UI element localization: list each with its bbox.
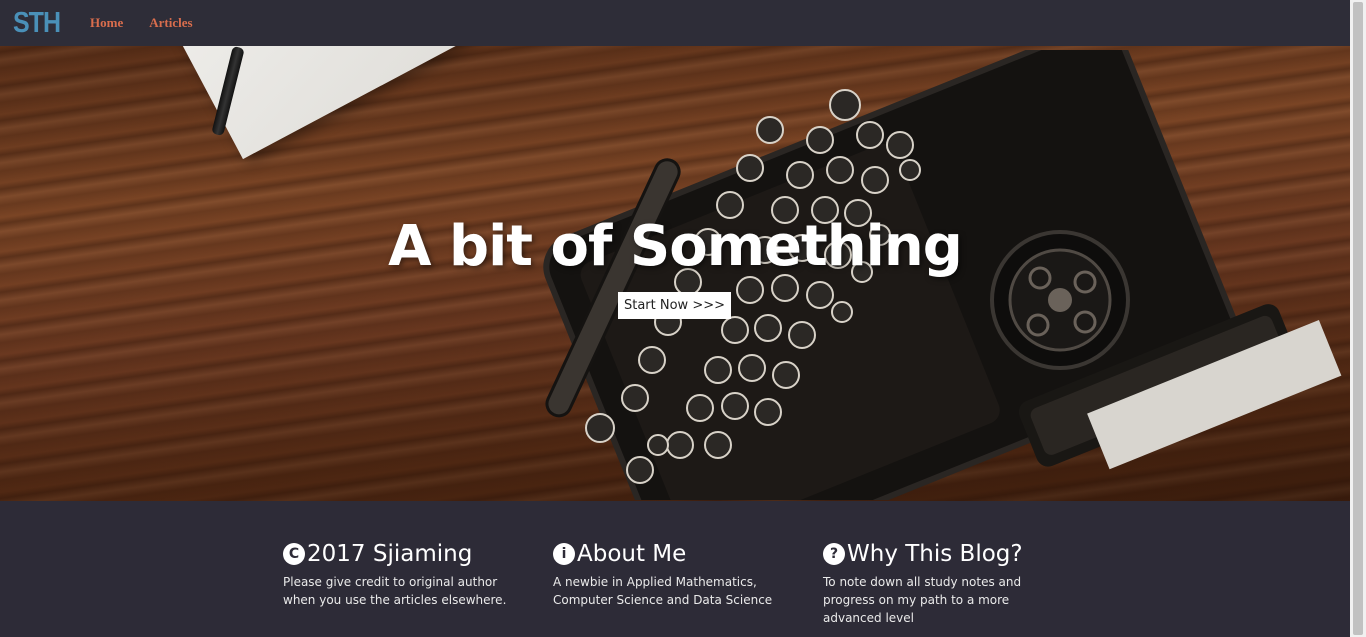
footer-copyright-title: 2017 Sjiaming xyxy=(307,541,473,567)
start-now-button[interactable]: Start Now >>> xyxy=(618,292,731,319)
footer-about-text: A newbie in Applied Mathematics, Compute… xyxy=(553,575,773,607)
footer-copyright-heading: C 2017 Sjiaming xyxy=(283,541,523,567)
hero-banner: A bit of Something Start Now >>> xyxy=(0,46,1350,501)
vertical-scrollbar[interactable] xyxy=(1350,0,1366,637)
info-icon: i xyxy=(553,543,575,565)
scrollbar-thumb[interactable] xyxy=(1353,2,1363,635)
nav-link-home[interactable]: Home xyxy=(90,15,123,31)
copyright-icon: C xyxy=(283,543,305,565)
footer-about-title: About Me xyxy=(577,541,687,567)
question-icon: ? xyxy=(823,543,845,565)
footer-copyright-text: Please give credit to original author wh… xyxy=(283,575,507,607)
footer-why-text: To note down all study notes and progres… xyxy=(823,575,1022,625)
brand-logo[interactable]: STH xyxy=(13,6,61,39)
footer-copyright-column: C 2017 Sjiaming Please give credit to or… xyxy=(283,541,523,609)
nav-link-articles[interactable]: Articles xyxy=(149,15,192,31)
navbar: STH Home Articles xyxy=(0,0,1350,46)
footer-why-heading: ? Why This Blog? xyxy=(823,541,1063,567)
footer-why-title: Why This Blog? xyxy=(847,541,1023,567)
footer-about-column: i About Me A newbie in Applied Mathemati… xyxy=(553,541,793,609)
footer-why-column: ? Why This Blog? To note down all study … xyxy=(823,541,1063,627)
footer: C 2017 Sjiaming Please give credit to or… xyxy=(0,501,1350,637)
hero-title: A bit of Something xyxy=(388,214,963,279)
footer-about-heading: i About Me xyxy=(553,541,793,567)
